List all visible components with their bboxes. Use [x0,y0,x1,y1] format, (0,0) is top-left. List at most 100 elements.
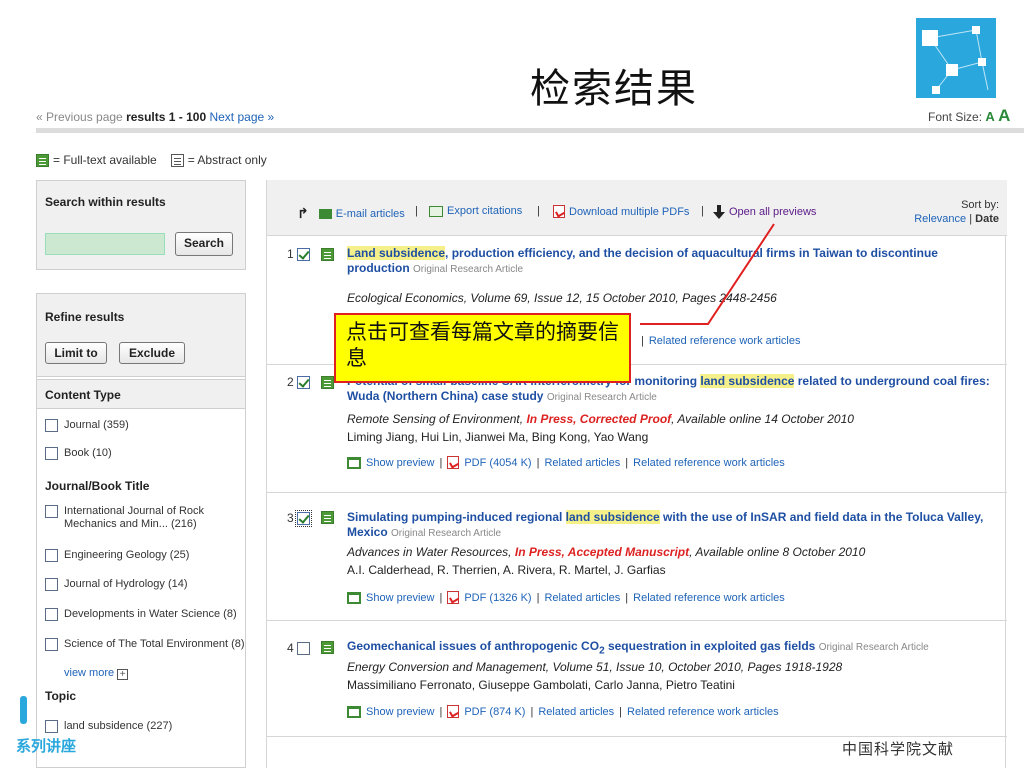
sort-by: Sort by: Relevance | Date [914,199,999,225]
result-links: | Related reference work articles [641,335,801,347]
checkbox[interactable] [45,447,58,460]
facet-label: Book (10) [64,447,112,459]
open-previews-label: Open all previews [729,206,817,218]
checkbox[interactable] [45,419,58,432]
checkbox[interactable] [45,505,58,518]
view-more-link[interactable]: view more + [64,667,129,680]
related-reference-link[interactable]: Related reference work articles [633,592,785,604]
exclude-button[interactable]: Exclude [119,342,185,364]
result-checkbox[interactable] [296,641,310,655]
related-reference-link[interactable]: Related reference work articles [627,706,779,718]
next-page-link[interactable]: Next page » [209,110,274,124]
pdf-link[interactable]: PDF (874 K) [464,706,525,718]
facet-journal-1[interactable]: Engineering Geology (25) [45,549,189,562]
related-articles-link[interactable]: Related articles [538,706,614,718]
facet-journal-3[interactable]: Developments in Water Science (8) [45,608,237,621]
article-type: Original Research Article [391,528,502,539]
result-title-link[interactable]: Simulating pumping-induced regional land… [347,510,997,541]
search-within-heading: Search within results [45,195,166,209]
facets-panel: Content Type Journal (359) Book (10) Jou… [36,377,246,768]
related-reference-link[interactable]: Related reference work articles [633,457,785,469]
press-status: In Press, Accepted Manuscript [514,545,690,559]
facet-content-type-1[interactable]: Book (10) [45,447,112,460]
facet-journal-0[interactable]: International Journal of Rock Mechanics … [45,505,241,531]
result-index: 3 [287,511,294,525]
result-title-link[interactable]: Land subsidence, production efficiency, … [347,246,997,277]
topic-heading: Topic [45,689,77,703]
footer-left: 系列讲座 [16,737,77,755]
pdf-link[interactable]: PDF (4054 K) [464,457,531,469]
fulltext-icon [321,641,334,654]
export-citations-link[interactable]: Export citations [429,205,522,217]
article-type: Original Research Article [546,392,657,403]
sort-date-link[interactable]: Date [975,213,999,225]
checkbox[interactable] [45,608,58,621]
preview-icon [347,705,361,718]
result-source: Energy Conversion and Management, Volume… [347,660,843,674]
result-checkbox[interactable] [296,375,310,389]
facet-label: Developments in Water Science (8) [64,608,237,620]
source-date: , Available online 14 October 2010 [671,412,854,426]
title-text: sequestration in exploited gas fields [604,639,816,653]
result-checkbox[interactable] [296,247,310,261]
show-preview-link[interactable]: Show preview [366,706,434,718]
open-all-previews-link[interactable]: Open all previews [713,205,816,219]
checkbox[interactable] [45,638,58,651]
pdf-icon [553,205,565,218]
mail-icon [318,208,332,219]
result-links: Show preview | PDF (1326 K) | Related arti… [347,591,785,604]
facet-content-type-0[interactable]: Journal (359) [45,419,129,432]
legend-abstract: = Abstract only [187,153,267,167]
legend: = Full-text available = Abstract only [36,153,267,167]
result-source: Remote Sensing of Environment, In Press,… [347,412,854,426]
pdf-icon [447,591,460,604]
title-highlight: Land subsidence [347,246,446,260]
facet-label: International Journal of Rock Mechanics … [64,505,205,530]
facet-label: Engineering Geology (25) [64,549,190,561]
related-reference-link[interactable]: Related reference work articles [649,335,801,347]
export-icon [429,205,443,217]
content-type-heading: Content Type [37,379,245,409]
result-links: Show preview | PDF (874 K) | Related artic… [347,705,779,718]
callout-box: 点击可查看每篇文章的摘要信息 [334,313,631,383]
email-articles-link[interactable]: ↱ E-mail articles [297,205,405,222]
title-highlight: land subsidence [700,374,795,388]
facet-label: land subsidence (227) [64,720,173,732]
legend-fulltext: = Full-text available [53,153,157,167]
pdf-link[interactable]: PDF (1326 K) [464,592,531,604]
search-within-input[interactable] [45,233,165,255]
search-button[interactable]: Search [175,232,233,256]
facet-journal-2[interactable]: Journal of Hydrology (14) [45,578,188,591]
return-arrow-icon: ↱ [297,205,309,221]
show-preview-link[interactable]: Show preview [366,592,434,604]
result-checkbox[interactable] [294,509,312,527]
checkbox[interactable] [45,549,58,562]
result-source: Advances in Water Resources, In Press, A… [347,545,865,559]
show-preview-link[interactable]: Show preview [366,457,434,469]
slide-title: 检索结果 [530,66,698,112]
facet-topic-0[interactable]: land subsidence (227) [45,720,172,733]
facet-journal-4[interactable]: Science of The Total Environment (8) [45,638,245,651]
preview-icon [347,591,361,604]
search-within-panel: Search within results Search [36,180,246,270]
fulltext-icon [321,376,334,389]
email-label: E-mail articles [335,207,405,220]
font-size-small-button[interactable]: A [985,109,994,124]
related-articles-link[interactable]: Related articles [544,592,620,604]
pdf-icon [447,705,460,718]
checkbox[interactable] [45,578,58,591]
abstract-icon [170,153,184,167]
download-arrow-icon [713,205,725,219]
source-journal: Remote Sensing of Environment, [347,412,527,426]
previous-page-link[interactable]: « Previous page [36,110,123,124]
download-pdfs-link[interactable]: Download multiple PDFs [553,205,689,218]
limit-to-button[interactable]: Limit to [45,342,107,364]
result-title-link[interactable]: Geomechanical issues of anthropogenic CO… [347,639,997,658]
result-index: 1 [287,247,294,261]
sort-relevance-link[interactable]: Relevance [914,213,966,225]
checkbox[interactable] [45,720,58,733]
related-articles-link[interactable]: Related articles [544,457,620,469]
font-size-label: Font Size: [928,110,983,124]
result-source: Ecological Economics, Volume 69, Issue 1… [347,291,777,305]
font-size-large-button[interactable]: A [998,106,1010,125]
